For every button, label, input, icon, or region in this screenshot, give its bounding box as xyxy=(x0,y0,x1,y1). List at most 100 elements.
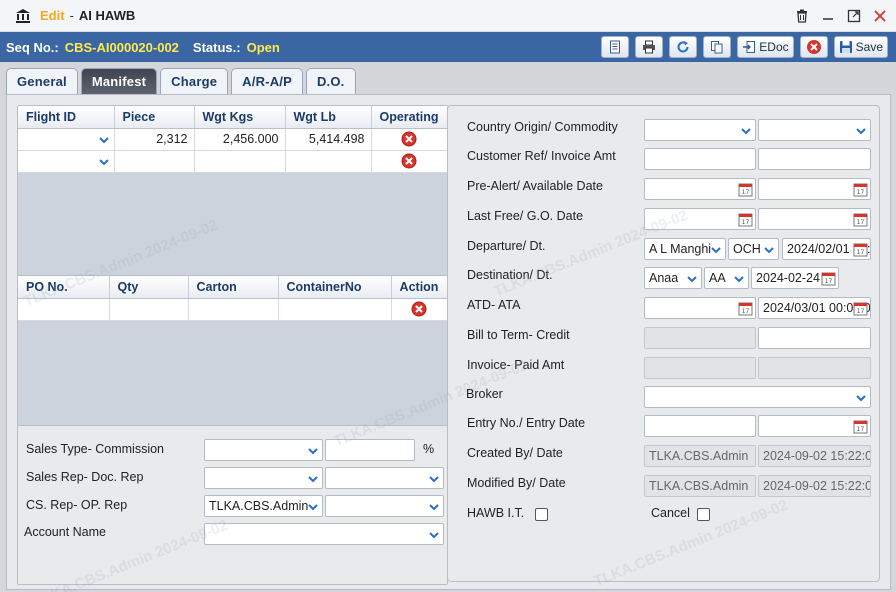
tab-do[interactable]: D.O. xyxy=(305,68,356,94)
wgt-kgs-cell[interactable] xyxy=(194,150,286,173)
chevron-down-icon xyxy=(429,504,439,511)
edoc-button[interactable]: EDoc xyxy=(737,36,794,58)
sales-type-label: Sales Type- Commission xyxy=(26,442,165,456)
calendar-icon[interactable]: 17 xyxy=(738,212,753,227)
piece-cell[interactable] xyxy=(114,150,195,173)
cancel-checkbox[interactable] xyxy=(697,508,710,521)
flight-id-select[interactable] xyxy=(18,150,115,173)
svg-text:17: 17 xyxy=(857,219,865,226)
tab-manifest[interactable]: Manifest xyxy=(80,68,158,94)
pre-alert-label: Pre-Alert/ Available Date xyxy=(467,179,603,193)
cs-rep-select[interactable]: TLKA.CBS.Admin xyxy=(204,495,323,517)
calendar-icon[interactable]: 17 xyxy=(738,301,753,316)
doc-rep-select[interactable] xyxy=(325,467,444,489)
print-button[interactable] xyxy=(635,36,664,58)
column-header: Flight ID xyxy=(18,106,115,129)
cancel-button[interactable] xyxy=(799,36,828,58)
atd-date-input[interactable]: 17 xyxy=(644,297,756,319)
delete-row-button[interactable] xyxy=(371,150,448,173)
country-origin-label: Country Origin/ Commodity xyxy=(467,120,618,134)
created-by-input: TLKA.CBS.Admin xyxy=(644,445,756,467)
printer-icon xyxy=(643,40,656,54)
refresh-button[interactable] xyxy=(669,36,698,58)
svg-text:17: 17 xyxy=(857,308,865,315)
modified-date-input: 2024-09-02 15:22:0 xyxy=(758,475,871,497)
qty-cell[interactable] xyxy=(109,298,189,321)
wgt-lb-cell[interactable]: 5,414.498 xyxy=(285,128,372,151)
invoice-paid-label: Invoice- Paid Amt xyxy=(467,358,565,372)
departure-port-select[interactable]: A L Manghi xyxy=(644,238,726,260)
delete-icon xyxy=(401,153,417,169)
commission-input[interactable] xyxy=(325,439,415,461)
sales-type-select[interactable] xyxy=(204,439,323,461)
tab-general[interactable]: General xyxy=(6,68,78,94)
chevron-down-icon xyxy=(429,476,439,483)
po-no-cell[interactable] xyxy=(18,298,110,321)
credit-input[interactable] xyxy=(758,327,871,349)
departure-date-input[interactable]: 2024/02/01 00: 17 xyxy=(782,238,871,260)
trash-icon[interactable] xyxy=(794,8,810,24)
flight-grid: Flight ID Piece Wgt Kgs Wgt Lb Operating… xyxy=(18,106,448,276)
status-bar: Seq No.: CBS-AI000020-002 Status.: Open … xyxy=(0,32,896,62)
mode-label: Edit xyxy=(40,8,65,23)
calendar-icon[interactable]: 17 xyxy=(853,419,868,434)
ata-date-input[interactable]: 2024/03/01 00:00:0 17 xyxy=(758,297,871,319)
wgt-kgs-cell[interactable]: 2,456.000 xyxy=(194,128,286,151)
customer-ref-input[interactable] xyxy=(644,148,756,170)
entry-no-input[interactable] xyxy=(644,415,756,437)
broker-select[interactable] xyxy=(644,386,871,408)
save-button[interactable]: Save xyxy=(833,36,888,58)
minimize-icon[interactable] xyxy=(820,8,836,24)
go-date-input[interactable]: 17 xyxy=(758,208,871,230)
cancel-label: Cancel xyxy=(651,506,690,520)
invoice-input xyxy=(644,357,756,379)
save-icon xyxy=(839,41,852,53)
flight-id-select[interactable] xyxy=(18,128,115,151)
pre-alert-date-input[interactable]: 17 xyxy=(644,178,756,200)
available-date-input[interactable]: 17 xyxy=(758,178,871,200)
svg-text:17: 17 xyxy=(825,278,833,285)
maximize-icon[interactable] xyxy=(846,8,862,24)
chevron-down-icon xyxy=(308,476,318,483)
tab-charge[interactable]: Charge xyxy=(160,68,229,94)
delete-icon xyxy=(411,301,427,317)
delete-row-button[interactable] xyxy=(391,298,448,321)
container-no-cell[interactable] xyxy=(278,298,392,321)
account-name-select[interactable] xyxy=(204,523,444,545)
wgt-lb-cell[interactable] xyxy=(285,150,372,173)
column-header: Action xyxy=(391,276,448,299)
delete-row-button[interactable] xyxy=(371,128,448,151)
calendar-icon[interactable]: 17 xyxy=(853,242,868,257)
destination-date-input[interactable]: 2024-02-24 17 xyxy=(751,267,839,289)
calendar-icon[interactable]: 17 xyxy=(738,182,753,197)
departure-port-value: A L Manghi xyxy=(649,242,712,256)
edoc-label: EDoc xyxy=(759,40,789,54)
po-grid: PO No. Qty Carton ContainerNo Action xyxy=(18,276,448,426)
calendar-icon[interactable]: 17 xyxy=(853,182,868,197)
tab-ar-ap[interactable]: A/R-A/P xyxy=(231,68,303,94)
sales-rep-label: Sales Rep- Doc. Rep xyxy=(26,470,144,484)
tab-content: Flight ID Piece Wgt Kgs Wgt Lb Operating… xyxy=(6,94,891,592)
svg-text:17: 17 xyxy=(857,249,865,256)
last-free-date-input[interactable]: 17 xyxy=(644,208,756,230)
country-origin-select[interactable] xyxy=(644,119,756,141)
carton-cell[interactable] xyxy=(188,298,279,321)
destination-code-select[interactable]: AA xyxy=(704,267,749,289)
sales-rep-select[interactable] xyxy=(204,467,323,489)
copy-button[interactable] xyxy=(703,36,732,58)
invoice-amt-input[interactable] xyxy=(758,148,871,170)
close-icon[interactable] xyxy=(872,8,888,24)
calendar-icon[interactable]: 17 xyxy=(821,271,836,286)
hawb-it-checkbox[interactable] xyxy=(535,508,548,521)
table-row xyxy=(18,298,448,321)
departure-code-select[interactable]: OCH xyxy=(728,238,779,260)
commodity-select[interactable] xyxy=(758,119,871,141)
status-value: Open xyxy=(246,39,280,55)
calendar-icon[interactable]: 17 xyxy=(853,301,868,316)
calendar-icon[interactable]: 17 xyxy=(853,212,868,227)
document-button[interactable] xyxy=(601,36,630,58)
piece-cell[interactable]: 2,312 xyxy=(114,128,195,151)
entry-date-input[interactable]: 17 xyxy=(758,415,871,437)
op-rep-select[interactable] xyxy=(325,495,444,517)
destination-port-select[interactable]: Anaa xyxy=(644,267,702,289)
